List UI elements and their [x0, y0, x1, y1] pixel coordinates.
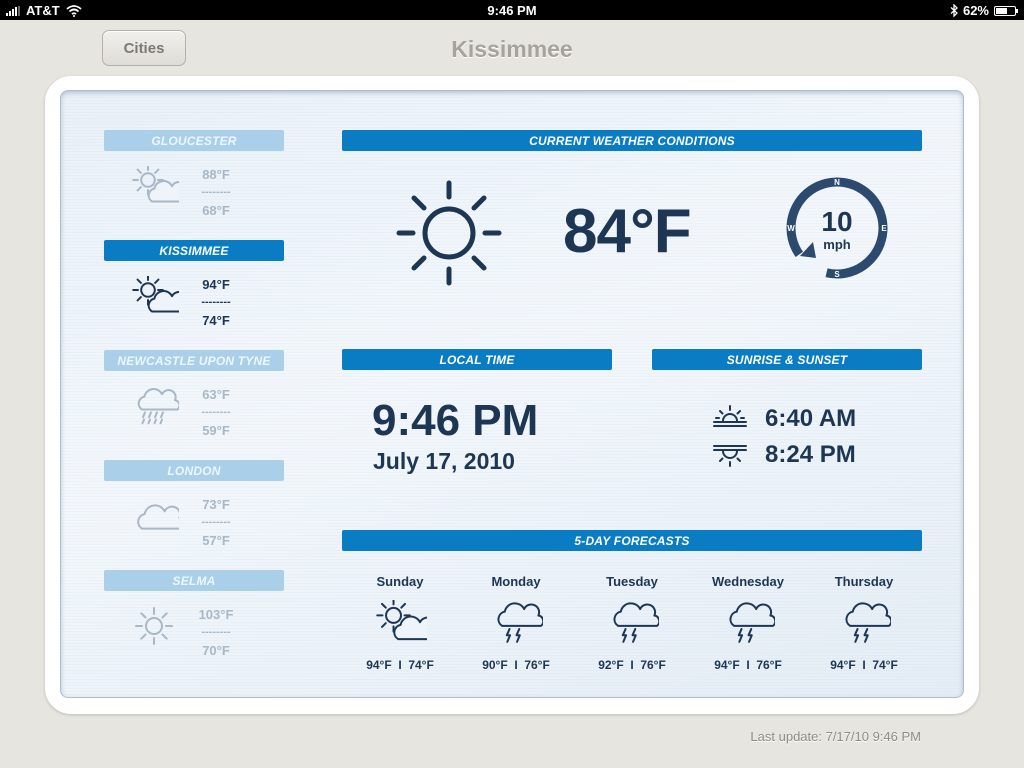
city-temp-divider: --------	[201, 626, 231, 638]
compass-s-label: S	[834, 270, 840, 279]
city-tab[interactable]: SELMA	[104, 570, 284, 591]
sunset-time: 8:24 PM	[765, 441, 856, 468]
city-high-temp: 103°F	[198, 607, 234, 622]
city-high-temp: 88°F	[202, 167, 230, 182]
sunrise-time: 6:40 AM	[765, 405, 857, 432]
wind-speed: 10	[821, 206, 853, 237]
thunderstorm-icon	[721, 600, 777, 644]
city-temp-divider: --------	[201, 406, 231, 418]
compass-e-label: E	[881, 224, 887, 233]
cloud-icon	[129, 496, 186, 536]
city-low-temp: 70°F	[202, 643, 230, 658]
sunrise-icon	[713, 405, 747, 427]
sunrise-sunset-header: SUNRISE & SUNSET	[652, 349, 922, 370]
city-temp-divider: --------	[201, 296, 231, 308]
battery-icon	[994, 5, 1018, 16]
city-temp-divider: --------	[201, 186, 231, 198]
city-temp-divider: --------	[201, 516, 231, 528]
page-title: Kissimmee	[451, 36, 573, 62]
status-time: 9:46 PM	[487, 3, 537, 18]
city-high-temp: 63°F	[202, 387, 230, 402]
city-high-temp: 73°F	[202, 497, 230, 512]
forecast-day-name: Sunday	[376, 574, 424, 589]
city-low-temp: 59°F	[202, 423, 230, 438]
current-temperature: 84°F	[563, 197, 692, 266]
city-high-temp: 94°F	[202, 277, 230, 292]
wind-unit: mph	[823, 237, 851, 252]
partly-cloudy-icon	[129, 274, 191, 316]
forecast-day-temps: 94°F I 76°F	[714, 658, 782, 672]
thunderstorm-icon	[605, 600, 661, 644]
city-tab[interactable]: KISSIMMEE	[104, 240, 284, 261]
forecast-day-name: Thursday	[834, 574, 894, 589]
forecast-day-name: Wednesday	[711, 574, 784, 589]
forecast-day-temps: 94°F I 74°F	[366, 658, 434, 672]
current-conditions-header: CURRENT WEATHER CONDITIONS	[342, 130, 922, 151]
last-update: Last update: 7/17/10 9:46 PM	[750, 729, 921, 744]
rain-cloud-icon	[129, 386, 181, 426]
battery-percent: 62%	[962, 3, 989, 18]
local-time-header: LOCAL TIME	[342, 349, 612, 370]
compass-n-label: N	[834, 178, 840, 187]
partly-cloudy-icon	[373, 598, 441, 644]
thunderstorm-icon	[489, 600, 545, 644]
city-tab[interactable]: LONDON	[104, 460, 284, 481]
forecast-day-name: Tuesday	[606, 574, 658, 589]
city-low-temp: 68°F	[202, 203, 230, 218]
forecast-day-temps: 92°F I 76°F	[598, 658, 666, 672]
city-tab[interactable]: NEWCASTLE UPON TYNE	[104, 350, 284, 371]
thunderstorm-icon	[837, 600, 893, 644]
forecast-day-name: Monday	[491, 574, 541, 589]
compass-w-label: W	[787, 224, 795, 233]
current-sun-icon	[396, 180, 502, 286]
bluetooth-icon	[950, 4, 958, 17]
local-time: 9:46 PM	[372, 396, 539, 445]
forecast-day-temps: 94°F I 74°F	[830, 658, 898, 672]
city-low-temp: 57°F	[202, 533, 230, 548]
forecast-header: 5-DAY FORECASTS	[342, 530, 922, 551]
sun-icon	[129, 606, 179, 646]
city-low-temp: 74°F	[202, 313, 230, 328]
partly-cloudy-icon	[129, 164, 191, 206]
local-date: July 17, 2010	[373, 448, 515, 474]
forecast-day-temps: 90°F I 76°F	[482, 658, 550, 672]
status-bar: AT&T 9:46 PM 62%	[0, 0, 1024, 20]
city-tab[interactable]: GLOUCESTER	[104, 130, 284, 151]
sunset-icon	[713, 445, 747, 467]
